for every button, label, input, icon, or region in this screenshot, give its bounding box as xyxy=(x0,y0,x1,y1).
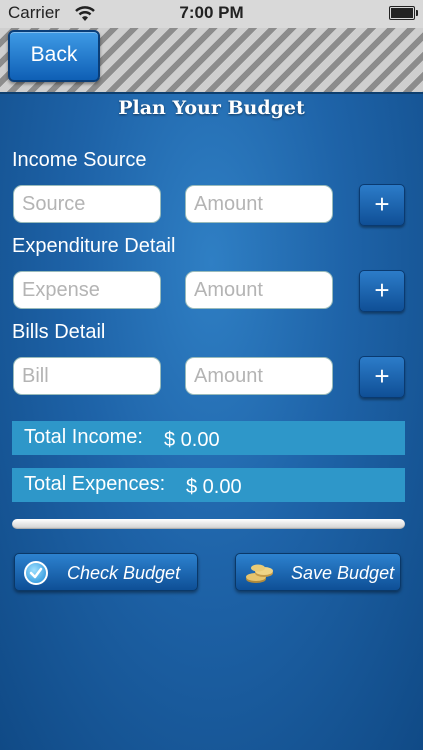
total-income-bar: Total Income: $ 0.00 xyxy=(12,421,405,455)
expense-amount-input[interactable] xyxy=(185,271,333,309)
total-income-label: Total Income: xyxy=(24,426,143,448)
save-budget-label: Save Budget xyxy=(291,563,395,583)
bill-input[interactable] xyxy=(13,357,161,395)
checkmark-icon xyxy=(24,561,48,585)
back-button[interactable]: Back xyxy=(8,30,100,82)
check-budget-button[interactable]: Check Budget xyxy=(14,553,198,591)
total-expenses-bar: Total Expences: $ 0.00 xyxy=(12,468,405,502)
expense-input[interactable] xyxy=(13,271,161,309)
bills-detail-label: Bills Detail xyxy=(12,321,106,343)
page-title: Plan Your Budget xyxy=(118,97,305,119)
add-expense-button[interactable]: + xyxy=(359,270,405,312)
budget-progress-bar xyxy=(12,519,405,529)
add-bill-button[interactable]: + xyxy=(359,356,405,398)
save-budget-button[interactable]: Save Budget xyxy=(235,553,401,591)
income-source-label: Income Source xyxy=(12,149,147,171)
battery-icon xyxy=(389,6,418,20)
total-expenses-label: Total Expences: xyxy=(24,473,166,495)
add-income-button[interactable]: + xyxy=(359,184,405,226)
income-amount-input[interactable] xyxy=(185,185,333,223)
total-income-value: $ 0.00 xyxy=(164,429,220,451)
income-source-input[interactable] xyxy=(13,185,161,223)
coins-icon xyxy=(246,564,273,583)
expenditure-detail-label: Expenditure Detail xyxy=(12,235,176,257)
clock: 7:00 PM xyxy=(179,3,244,22)
check-budget-label: Check Budget xyxy=(67,563,181,583)
nav-bar: Back xyxy=(0,28,423,94)
status-bar: Carrier 7:00 PM xyxy=(0,0,423,28)
total-expenses-value: $ 0.00 xyxy=(186,476,242,498)
bill-amount-input[interactable] xyxy=(185,357,333,395)
